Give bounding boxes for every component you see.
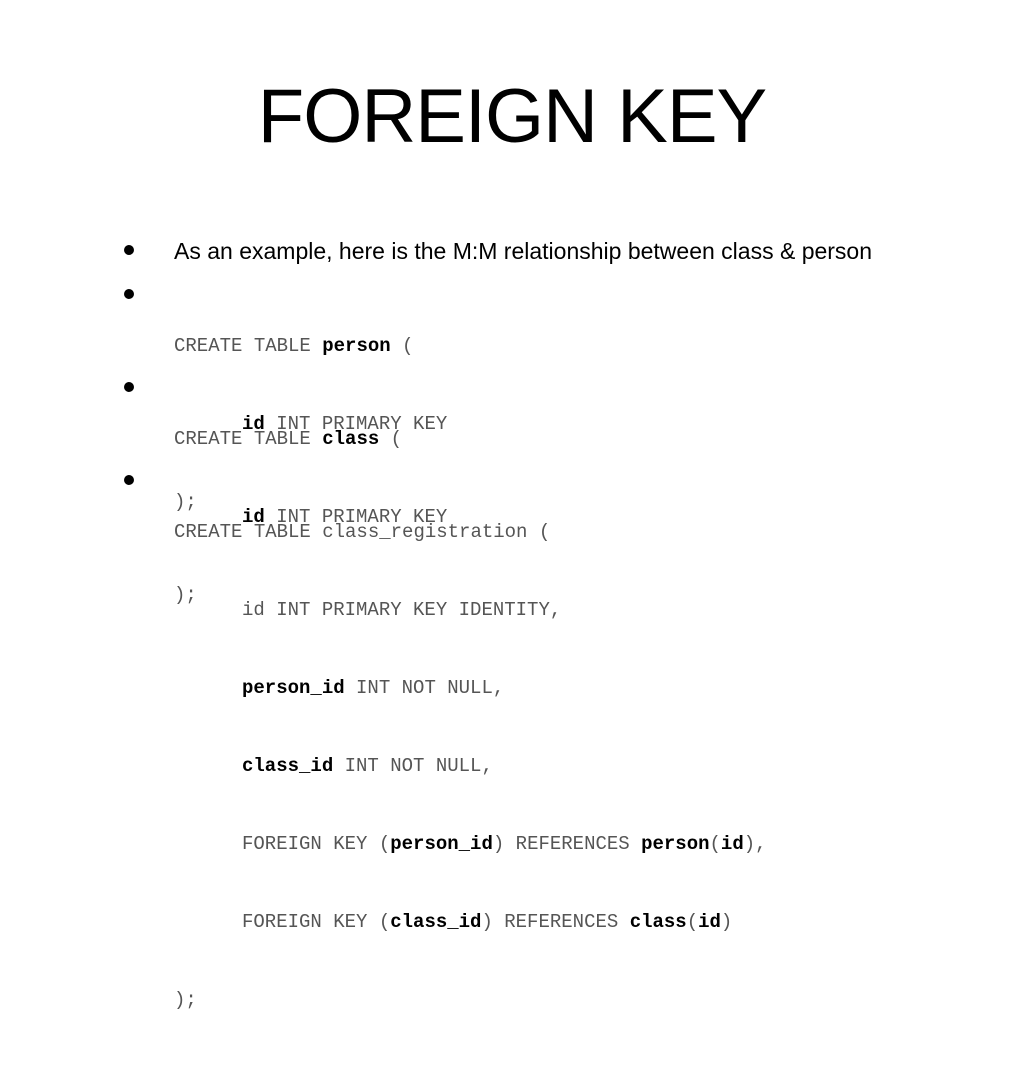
code-line: person_id INT NOT NULL, <box>242 677 505 699</box>
bullet-dot-icon <box>124 289 134 299</box>
intro-text: As an example, here is the M:M relations… <box>174 238 873 264</box>
code-line: CREATE TABLE class ( <box>174 428 403 450</box>
code-line: class_id INT NOT NULL, <box>242 755 493 777</box>
code-line: FOREIGN KEY (person_id) REFERENCES perso… <box>242 833 767 855</box>
bullet-dot-icon <box>124 245 134 255</box>
code-line: CREATE TABLE class_registration ( <box>174 521 551 543</box>
code-line: ); <box>174 989 197 1011</box>
code-line: CREATE TABLE person ( <box>174 335 414 357</box>
code-line: id INT PRIMARY KEY IDENTITY, <box>242 599 562 621</box>
slide-title: FOREIGN KEY <box>257 74 767 159</box>
slide: FOREIGN KEY As an example, here is the M… <box>0 0 1024 1011</box>
bullet-dot-icon <box>124 475 134 485</box>
code-block-registration: CREATE TABLE class_registration ( id INT… <box>174 467 767 1065</box>
bullet-dot-icon <box>124 382 134 392</box>
code-line: FOREIGN KEY (class_id) REFERENCES class(… <box>242 911 733 933</box>
